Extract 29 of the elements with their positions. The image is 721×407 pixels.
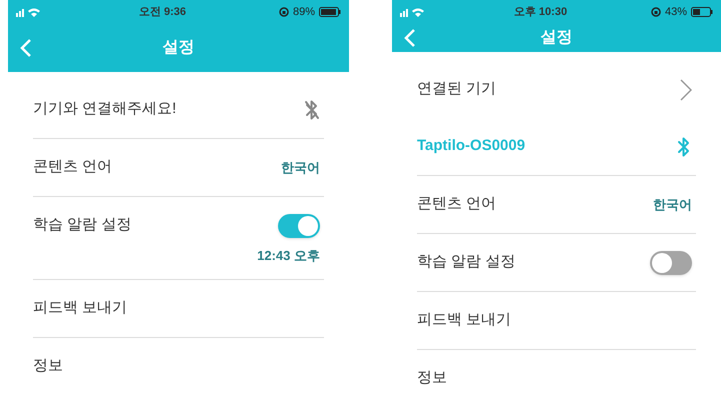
back-icon[interactable] — [20, 39, 32, 57]
screen-title: 설정 — [540, 28, 572, 48]
setting-label[interactable]: 피드백 보내기 — [417, 309, 512, 332]
setting-label: 콘텐츠 언어 — [417, 194, 496, 214]
rotation-lock-icon — [650, 7, 661, 17]
screen-title: 설정 — [162, 38, 194, 58]
setting-label[interactable]: 정보 — [417, 367, 447, 390]
device-name: Taptilo-OS0009 — [417, 136, 526, 156]
setting-label: 학습 알람 설정 — [33, 215, 132, 236]
battery-percent: 43% — [664, 4, 687, 20]
chevron-right-icon — [680, 78, 692, 100]
battery-icon — [318, 7, 341, 17]
battery-icon — [690, 7, 713, 17]
language-value: 한국어 — [281, 158, 320, 177]
setting-label[interactable]: 연결된 기기 — [417, 78, 496, 101]
setting-label: 콘텐츠 언어 — [33, 157, 112, 178]
device-name: 기기와 연결해주세요! — [33, 99, 176, 120]
status-time: 오전 9:36 — [138, 4, 186, 20]
battery-percent: 89% — [292, 4, 315, 20]
setting-label[interactable]: 피드백 보내기 — [33, 297, 128, 320]
toggle-switch[interactable] — [278, 214, 320, 238]
toggle-switch[interactable] — [650, 250, 692, 274]
alarm-time[interactable]: 12:43 오후 — [257, 246, 320, 279]
language-value: 한국어 — [653, 196, 692, 214]
status-time: 오후 10:30 — [514, 4, 568, 20]
setting-label: 학습 알람 설정 — [417, 252, 516, 272]
setting-label[interactable]: 정보 — [33, 355, 63, 378]
rotation-lock-icon — [278, 7, 289, 17]
back-icon[interactable] — [404, 29, 416, 47]
